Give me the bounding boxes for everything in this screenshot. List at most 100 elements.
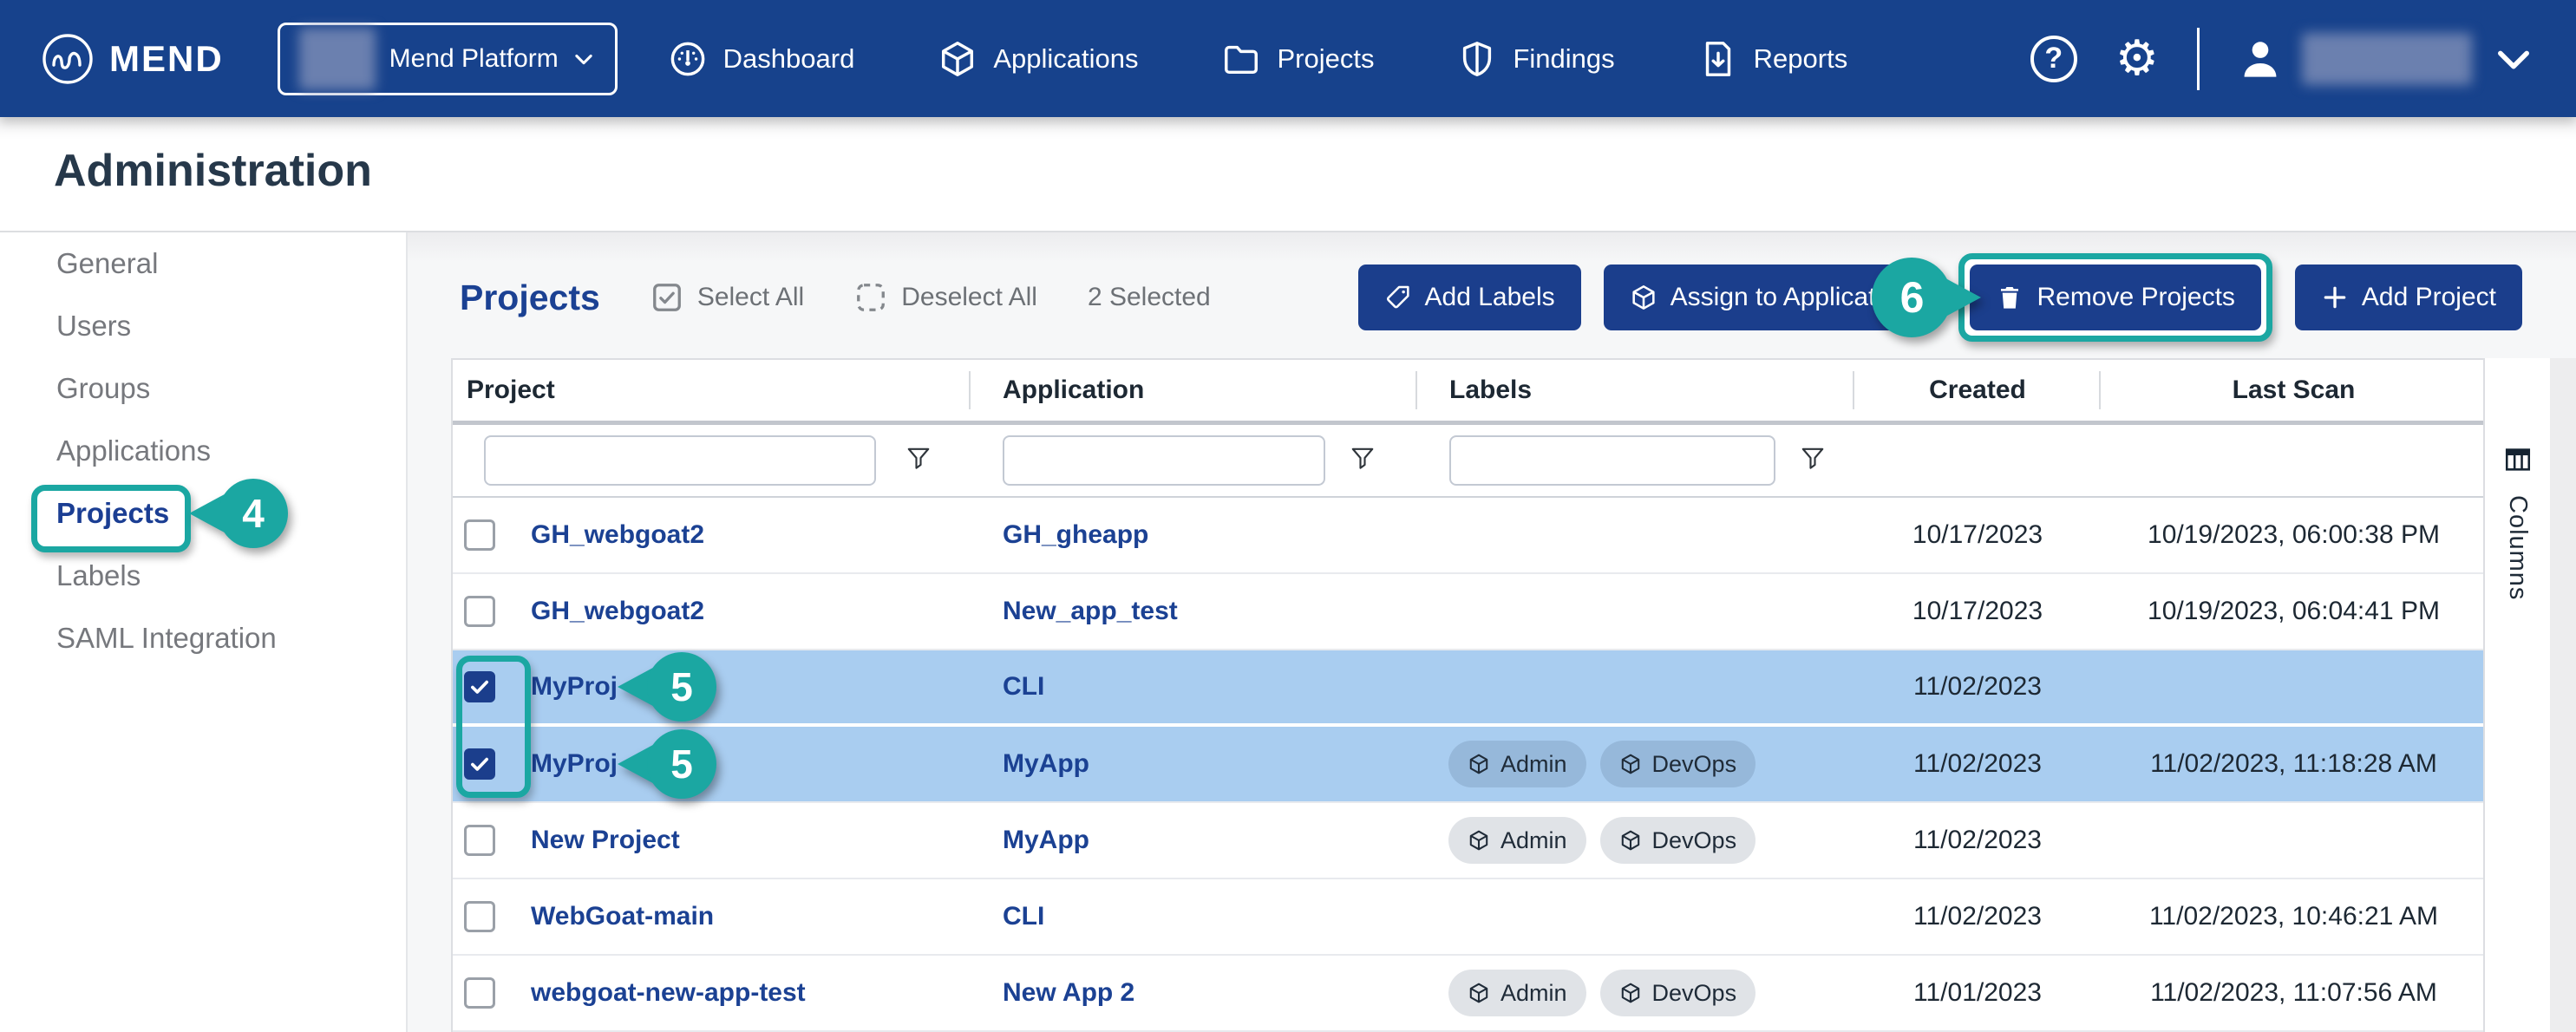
- annotation-step-number: 5: [647, 652, 716, 722]
- cube-icon: [1468, 829, 1490, 852]
- application-link[interactable]: GH_gheapp: [1003, 520, 1148, 549]
- row-checkbox[interactable]: [464, 519, 495, 551]
- projects-folder-icon: [1221, 39, 1261, 79]
- table-row-myproj[interactable]: MyProjCLI11/02/20235: [453, 650, 2483, 727]
- table-body: GH_webgoat2GH_gheapp10/17/202310/19/2023…: [453, 498, 2483, 1032]
- project-cell: MyProj: [520, 749, 971, 779]
- project-cell: New Project: [520, 826, 971, 855]
- application-link[interactable]: MyApp: [1003, 826, 1089, 854]
- sidebar-item-general[interactable]: General: [0, 232, 406, 295]
- funnel-filter-icon[interactable]: [1350, 446, 1376, 476]
- sidebar-item-label: Projects: [56, 497, 169, 530]
- row-checkbox[interactable]: [464, 596, 495, 627]
- column-header-project[interactable]: Project: [453, 376, 971, 405]
- sidebar-item-users[interactable]: Users: [0, 295, 406, 357]
- user-icon: [2238, 36, 2283, 82]
- row-checkbox[interactable]: [464, 748, 495, 780]
- sidebar-item-label: Users: [56, 310, 131, 343]
- row-checkbox[interactable]: [464, 977, 495, 1009]
- sidebar-item-label: General: [56, 247, 158, 280]
- mend-logo[interactable]: MEND: [40, 31, 224, 87]
- table-row-myproj[interactable]: MyProjMyAppAdminDevOps11/02/202311/02/20…: [453, 727, 2483, 803]
- checkbox-cell: [453, 671, 520, 702]
- user-menu[interactable]: [2238, 33, 2536, 85]
- sidebar-item-label: Applications: [56, 434, 211, 467]
- assign-to-application-button[interactable]: Assign to Application6: [1604, 265, 1937, 330]
- main-panel: Columns Projects Select All Deselect All…: [408, 232, 2576, 1032]
- application-link[interactable]: MyApp: [1003, 749, 1089, 778]
- created-cell: 11/02/2023: [1854, 902, 2101, 931]
- application-link[interactable]: New_app_test: [1003, 597, 1178, 625]
- checked-square-icon: [651, 281, 683, 314]
- table-row-gh-webgoat2[interactable]: GH_webgoat2GH_gheapp10/17/202310/19/2023…: [453, 498, 2483, 574]
- label-chip-devops: DevOps: [1600, 970, 1756, 1016]
- deselect-all-button[interactable]: Deselect All: [854, 281, 1037, 314]
- cube-icon: [1619, 753, 1642, 775]
- sidebar-item-saml-integration[interactable]: SAML Integration: [0, 607, 406, 669]
- funnel-filter-icon[interactable]: [906, 446, 932, 476]
- project-link[interactable]: GH_webgoat2: [531, 597, 704, 625]
- columns-panel-toggle[interactable]: Columns: [2502, 445, 2534, 600]
- nav-item-findings[interactable]: Findings: [1457, 39, 1614, 79]
- project-link[interactable]: WebGoat-main: [531, 902, 714, 931]
- column-header-application[interactable]: Application: [971, 376, 1417, 405]
- label-chip-devops: DevOps: [1600, 817, 1756, 864]
- project-link[interactable]: New Project: [531, 826, 680, 854]
- funnel-filter-icon[interactable]: [1800, 446, 1826, 476]
- project-link[interactable]: webgoat-new-app-test: [531, 978, 806, 1007]
- label-chip-admin: Admin: [1448, 817, 1586, 864]
- application-link[interactable]: New App 2: [1003, 978, 1134, 1007]
- application-cell: CLI: [971, 902, 1417, 931]
- application-cell: MyApp: [971, 826, 1417, 855]
- org-selector-dropdown[interactable]: Mend Platform...: [278, 23, 618, 95]
- org-selector-label: Mend Platform...: [389, 44, 558, 74]
- project-link[interactable]: GH_webgoat2: [531, 520, 704, 549]
- primary-nav: Dashboard Applications Projects Findings Rep…: [668, 39, 1848, 79]
- table-row-new-project[interactable]: New ProjectMyAppAdminDevOps11/02/2023: [453, 803, 2483, 879]
- sidebar-item-projects[interactable]: Projects4: [0, 482, 406, 545]
- cube-icon: [1468, 982, 1490, 1004]
- help-icon[interactable]: ?: [2030, 36, 2077, 82]
- nav-item-applications[interactable]: Applications: [938, 39, 1138, 79]
- nav-item-reports[interactable]: Reports: [1698, 39, 1848, 79]
- table-row-gh-webgoat2[interactable]: GH_webgoat2New_app_test10/17/202310/19/2…: [453, 574, 2483, 650]
- table-row-webgoat-main[interactable]: WebGoat-mainCLI11/02/202311/02/2023, 10:…: [453, 879, 2483, 956]
- scrollbar-gutter[interactable]: [2550, 358, 2576, 1032]
- project-link[interactable]: MyProj: [531, 749, 618, 778]
- row-checkbox[interactable]: [464, 825, 495, 856]
- application-link[interactable]: CLI: [1003, 672, 1044, 701]
- created-cell: 11/01/2023: [1854, 978, 2101, 1008]
- row-checkbox[interactable]: [464, 671, 495, 702]
- columns-panel-label: Columns: [2503, 495, 2532, 600]
- application-cell: GH_gheapp: [971, 520, 1417, 550]
- column-header-labels[interactable]: Labels: [1417, 376, 1854, 405]
- mend-logo-icon: [40, 31, 95, 87]
- dashed-square-icon: [854, 281, 887, 314]
- column-header-created[interactable]: Created: [1854, 376, 2101, 405]
- toolbar-left: Projects Select All Deselect All 2 Selec…: [460, 278, 1211, 318]
- project-link[interactable]: MyProj: [531, 672, 618, 701]
- application-link[interactable]: CLI: [1003, 902, 1044, 931]
- select-all-button[interactable]: Select All: [651, 281, 804, 314]
- sidebar-item-groups[interactable]: Groups: [0, 357, 406, 420]
- project-filter-input[interactable]: [484, 435, 876, 486]
- row-checkbox[interactable]: [464, 901, 495, 932]
- nav-item-dashboard[interactable]: Dashboard: [668, 39, 855, 79]
- nav-item-projects[interactable]: Projects: [1221, 39, 1374, 79]
- add-labels-button[interactable]: Add Labels: [1358, 265, 1581, 330]
- projects-toolbar: Projects Select All Deselect All 2 Selec…: [460, 257, 2522, 338]
- add-project-button[interactable]: Add Project: [2295, 265, 2522, 330]
- sidebar-item-applications[interactable]: Applications: [0, 420, 406, 482]
- gear-icon[interactable]: ⚙: [2115, 35, 2159, 83]
- button-label: Remove Projects: [2037, 283, 2234, 312]
- sidebar-item-labels[interactable]: Labels: [0, 545, 406, 607]
- application-filter-input[interactable]: [1003, 435, 1325, 486]
- created-cell: 10/17/2023: [1854, 520, 2101, 550]
- page-header: Administration: [0, 117, 2576, 232]
- remove-projects-button[interactable]: Remove Projects: [1970, 265, 2260, 330]
- table-row-webgoat-new-app-test[interactable]: webgoat-new-app-testNew App 2AdminDevOps…: [453, 956, 2483, 1032]
- top-nav: MEND Mend Platform... Dashboard Applicati…: [0, 0, 2576, 117]
- labels-filter-input[interactable]: [1449, 435, 1775, 486]
- column-header-last-scan[interactable]: Last Scan: [2101, 376, 2487, 405]
- last-scan-cell: 11/02/2023, 10:46:21 AM: [2101, 902, 2487, 931]
